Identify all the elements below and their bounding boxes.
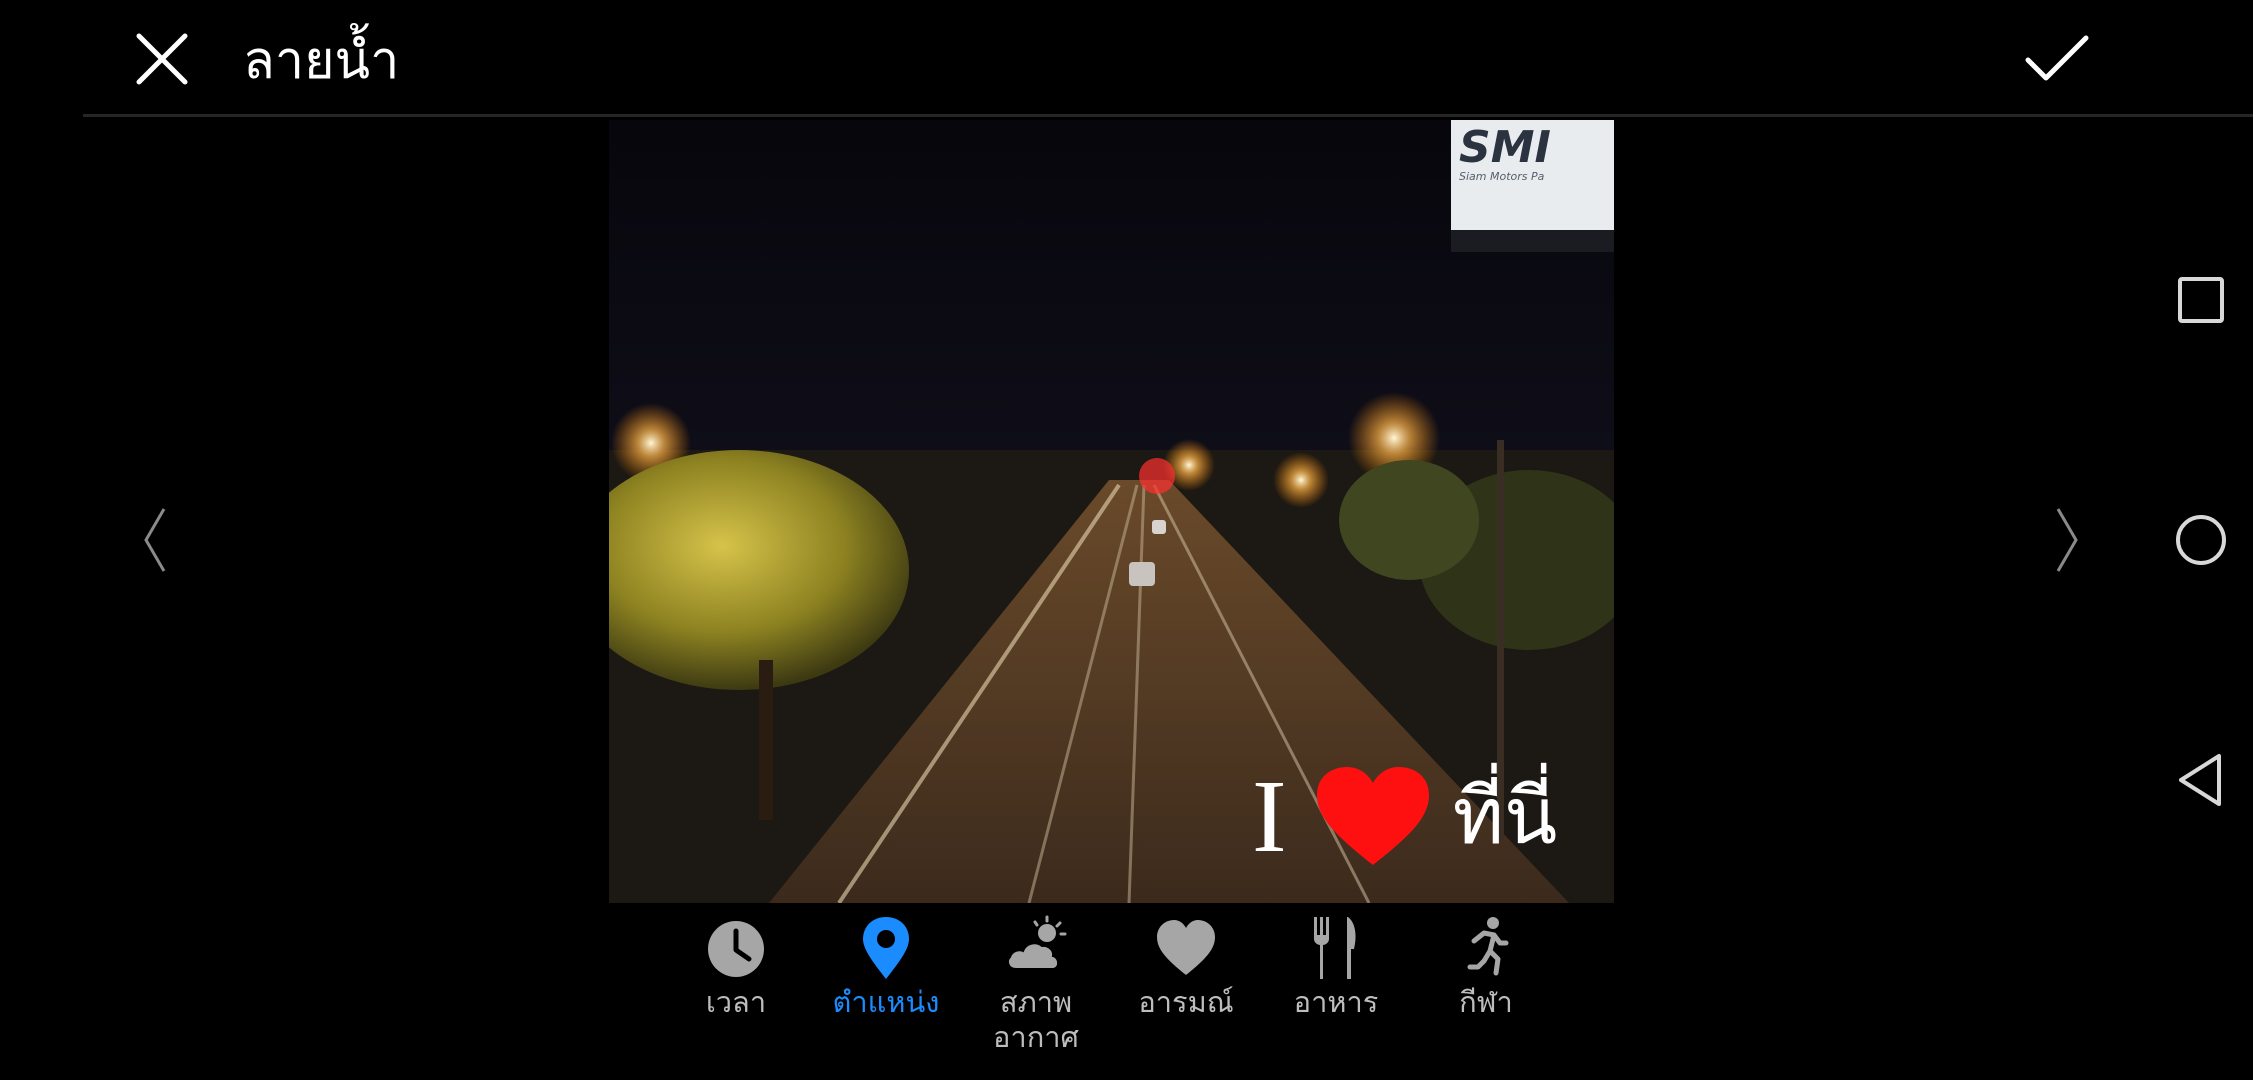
heart-icon bbox=[1316, 767, 1429, 865]
triangle-back-icon bbox=[2179, 754, 2221, 806]
square-icon bbox=[2178, 277, 2224, 323]
home-button[interactable] bbox=[2173, 512, 2229, 568]
watermark-i-text: I bbox=[1252, 759, 1287, 874]
watermark-overlay: I ที่นี่ bbox=[1252, 762, 1557, 872]
billboard-subtext: Siam Motors Pa bbox=[1459, 170, 1545, 183]
tab-mood[interactable]: อารมณ์ bbox=[1111, 915, 1261, 1020]
tab-label: สภาพ อากาศ bbox=[993, 985, 1079, 1054]
tab-label: ตำแหน่ง bbox=[832, 985, 940, 1019]
circle-icon bbox=[2176, 515, 2226, 565]
tab-sport[interactable]: กีฬา bbox=[1411, 915, 1561, 1020]
billboard-text: SMI bbox=[1459, 122, 1551, 173]
tab-label: กีฬา bbox=[1459, 985, 1513, 1019]
recents-button[interactable] bbox=[2173, 272, 2229, 328]
weather-icon bbox=[1007, 915, 1067, 970]
back-button[interactable] bbox=[2173, 752, 2229, 808]
tab-food[interactable]: อาหาร bbox=[1261, 915, 1411, 1020]
tab-label: อารมณ์ bbox=[1138, 985, 1234, 1019]
fork-knife-icon bbox=[1314, 917, 1356, 979]
page-title: ลายน้ำ bbox=[243, 31, 400, 91]
watermark-category-tabs: เวลา ตำแหน่ง สภาพ อากาศ อารมณ์ อาหาร กีฬ… bbox=[661, 915, 1563, 1080]
chevron-left-icon bbox=[144, 508, 166, 572]
tab-time[interactable]: เวลา bbox=[661, 915, 811, 1020]
tab-location[interactable]: ตำแหน่ง bbox=[811, 915, 961, 1020]
top-bar: ลายน้ำ bbox=[0, 0, 2253, 118]
checkmark-icon bbox=[2025, 35, 2089, 81]
watermark-here-text: ที่นี่ bbox=[1452, 772, 1558, 862]
location-pin-icon bbox=[863, 917, 909, 979]
heart-icon bbox=[1157, 920, 1215, 975]
running-icon bbox=[1467, 917, 1509, 976]
tab-label: เวลา bbox=[705, 985, 767, 1019]
header-divider bbox=[83, 114, 2253, 117]
next-button[interactable] bbox=[2052, 505, 2082, 575]
clock-icon bbox=[708, 921, 764, 977]
confirm-button[interactable] bbox=[2022, 30, 2092, 88]
close-button[interactable] bbox=[133, 30, 191, 88]
chevron-right-icon bbox=[2056, 508, 2078, 572]
system-navigation-bar bbox=[2150, 0, 2253, 1080]
previous-button[interactable] bbox=[140, 505, 170, 575]
tab-weather[interactable]: สภาพ อากาศ bbox=[961, 915, 1111, 1055]
photo-preview: SMI Siam Motors Pa I ที่นี่ bbox=[609, 120, 1614, 903]
close-icon bbox=[136, 33, 188, 85]
tab-label: อาหาร bbox=[1293, 985, 1379, 1019]
